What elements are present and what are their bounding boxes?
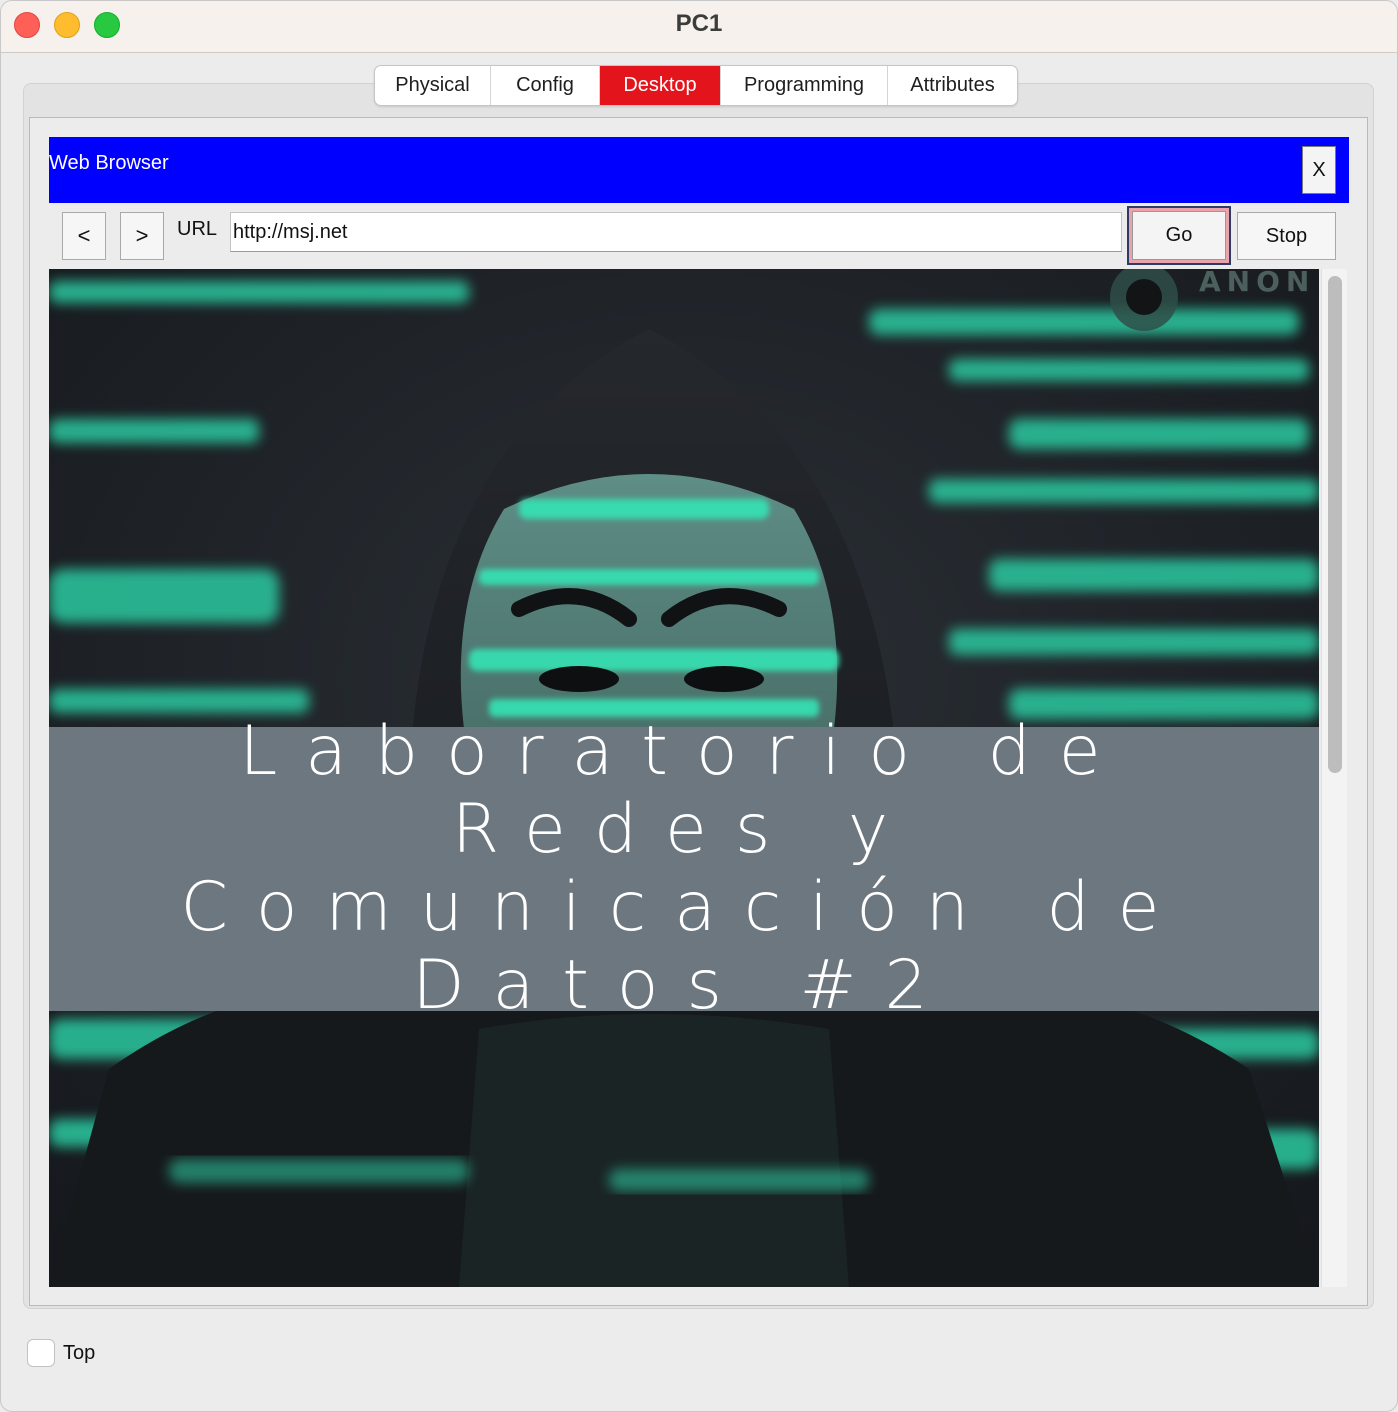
tab-attributes[interactable]: Attributes — [888, 66, 1017, 105]
tab-desktop[interactable]: Desktop — [600, 66, 721, 105]
scrollbar-thumb[interactable] — [1328, 276, 1342, 773]
url-label: URL — [177, 218, 218, 240]
vertical-scrollbar[interactable] — [1321, 269, 1347, 1287]
tab-programming[interactable]: Programming — [721, 66, 888, 105]
forward-button[interactable]: > — [120, 212, 164, 260]
top-checkbox[interactable] — [27, 1339, 55, 1367]
browser-close-button[interactable]: X — [1302, 146, 1336, 194]
top-checkbox-row: Top — [27, 1339, 95, 1367]
web-page-content: ANON Laboratorio de Redes y Comunicación… — [49, 269, 1319, 1287]
image-corner-text: ANON — [1199, 269, 1315, 298]
tab-bar: Physical Config Desktop Programming Attr… — [374, 65, 1018, 106]
back-button[interactable]: < — [62, 212, 106, 260]
go-button[interactable]: Go — [1127, 206, 1231, 265]
web-browser-title: Web Browser — [49, 152, 169, 174]
page-banner: Laboratorio de Redes y Comunicación de D… — [49, 713, 1319, 1025]
tab-config[interactable]: Config — [491, 66, 600, 105]
web-browser-titlebar: Web Browser X — [49, 137, 1349, 203]
top-checkbox-label: Top — [63, 1341, 96, 1364]
pc1-window: PC1 Physical Config Desktop Programming … — [0, 0, 1398, 1412]
url-input[interactable] — [230, 212, 1122, 252]
title-bar: PC1 — [1, 1, 1397, 53]
window-title: PC1 — [675, 10, 723, 37]
stop-button[interactable]: Stop — [1237, 212, 1336, 260]
go-button-label: Go — [1132, 211, 1226, 260]
page-heading: Laboratorio de Redes y Comunicación de D… — [180, 712, 1188, 1025]
tab-physical[interactable]: Physical — [375, 66, 491, 105]
